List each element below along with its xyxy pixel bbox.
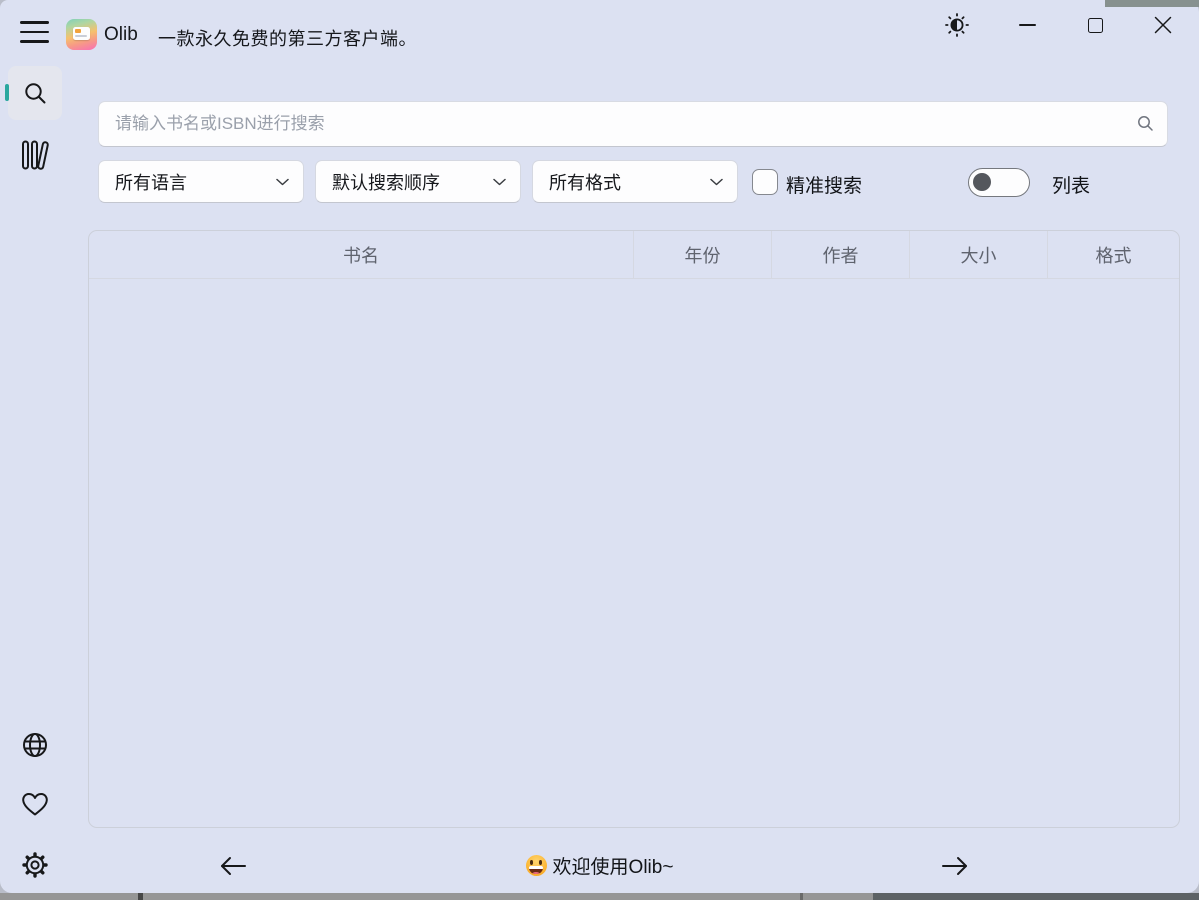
emoji-eye bbox=[530, 860, 533, 865]
column-header-title: 书名 bbox=[89, 231, 634, 278]
chevron-down-icon bbox=[276, 178, 289, 186]
table-header-row: 书名 年份 作者 大小 格式 bbox=[89, 231, 1179, 279]
list-view-toggle[interactable] bbox=[968, 168, 1030, 197]
column-header-size: 大小 bbox=[910, 231, 1048, 278]
exact-search-checkbox[interactable] bbox=[752, 169, 778, 195]
column-header-author: 作者 bbox=[772, 231, 910, 278]
language-dropdown[interactable]: 所有语言 bbox=[98, 160, 304, 203]
results-table: 书名 年份 作者 大小 格式 bbox=[88, 230, 1180, 828]
emoji-teeth bbox=[529, 866, 543, 869]
chevron-down-icon bbox=[710, 178, 723, 186]
welcome-message: 欢迎使用Olib~ bbox=[300, 852, 899, 879]
column-header-year: 年份 bbox=[634, 231, 772, 278]
format-dropdown-value: 所有格式 bbox=[549, 169, 621, 195]
table-body-empty bbox=[89, 279, 1179, 828]
welcome-text: 欢迎使用Olib~ bbox=[553, 852, 674, 879]
next-page-button[interactable] bbox=[933, 846, 977, 886]
main-content: 所有语言 默认搜索顺序 所有格式 精准搜索 列表 书名 bbox=[0, 0, 1199, 893]
toggle-knob bbox=[973, 173, 991, 191]
search-icon bbox=[1137, 115, 1154, 132]
search-input[interactable] bbox=[98, 101, 1168, 147]
arrow-right-icon bbox=[939, 854, 971, 878]
emoji-mouth bbox=[529, 866, 543, 874]
format-dropdown[interactable]: 所有格式 bbox=[532, 160, 738, 203]
desktop-edge-bottom bbox=[0, 893, 1199, 900]
taskbar-fragment bbox=[800, 893, 803, 900]
emoji-eye bbox=[539, 860, 542, 865]
desktop-edge-top-right bbox=[1105, 0, 1199, 7]
arrow-left-icon bbox=[217, 854, 249, 878]
language-dropdown-value: 所有语言 bbox=[115, 169, 187, 195]
app-window: Olib 一款永久免费的第三方客户端。 bbox=[0, 0, 1199, 893]
sort-order-dropdown[interactable]: 默认搜索顺序 bbox=[315, 160, 521, 203]
chevron-down-icon bbox=[493, 178, 506, 186]
exact-search-label: 精准搜索 bbox=[786, 171, 862, 198]
list-view-label: 列表 bbox=[1052, 171, 1090, 198]
taskbar-fragment bbox=[138, 893, 143, 900]
grinning-face-emoji bbox=[526, 855, 547, 876]
column-header-format: 格式 bbox=[1048, 231, 1179, 278]
sort-order-dropdown-value: 默认搜索顺序 bbox=[332, 169, 440, 195]
previous-page-button[interactable] bbox=[211, 846, 255, 886]
search-bar bbox=[98, 101, 1168, 147]
emoji-tongue bbox=[532, 872, 540, 874]
taskbar-fragment bbox=[873, 893, 1199, 900]
